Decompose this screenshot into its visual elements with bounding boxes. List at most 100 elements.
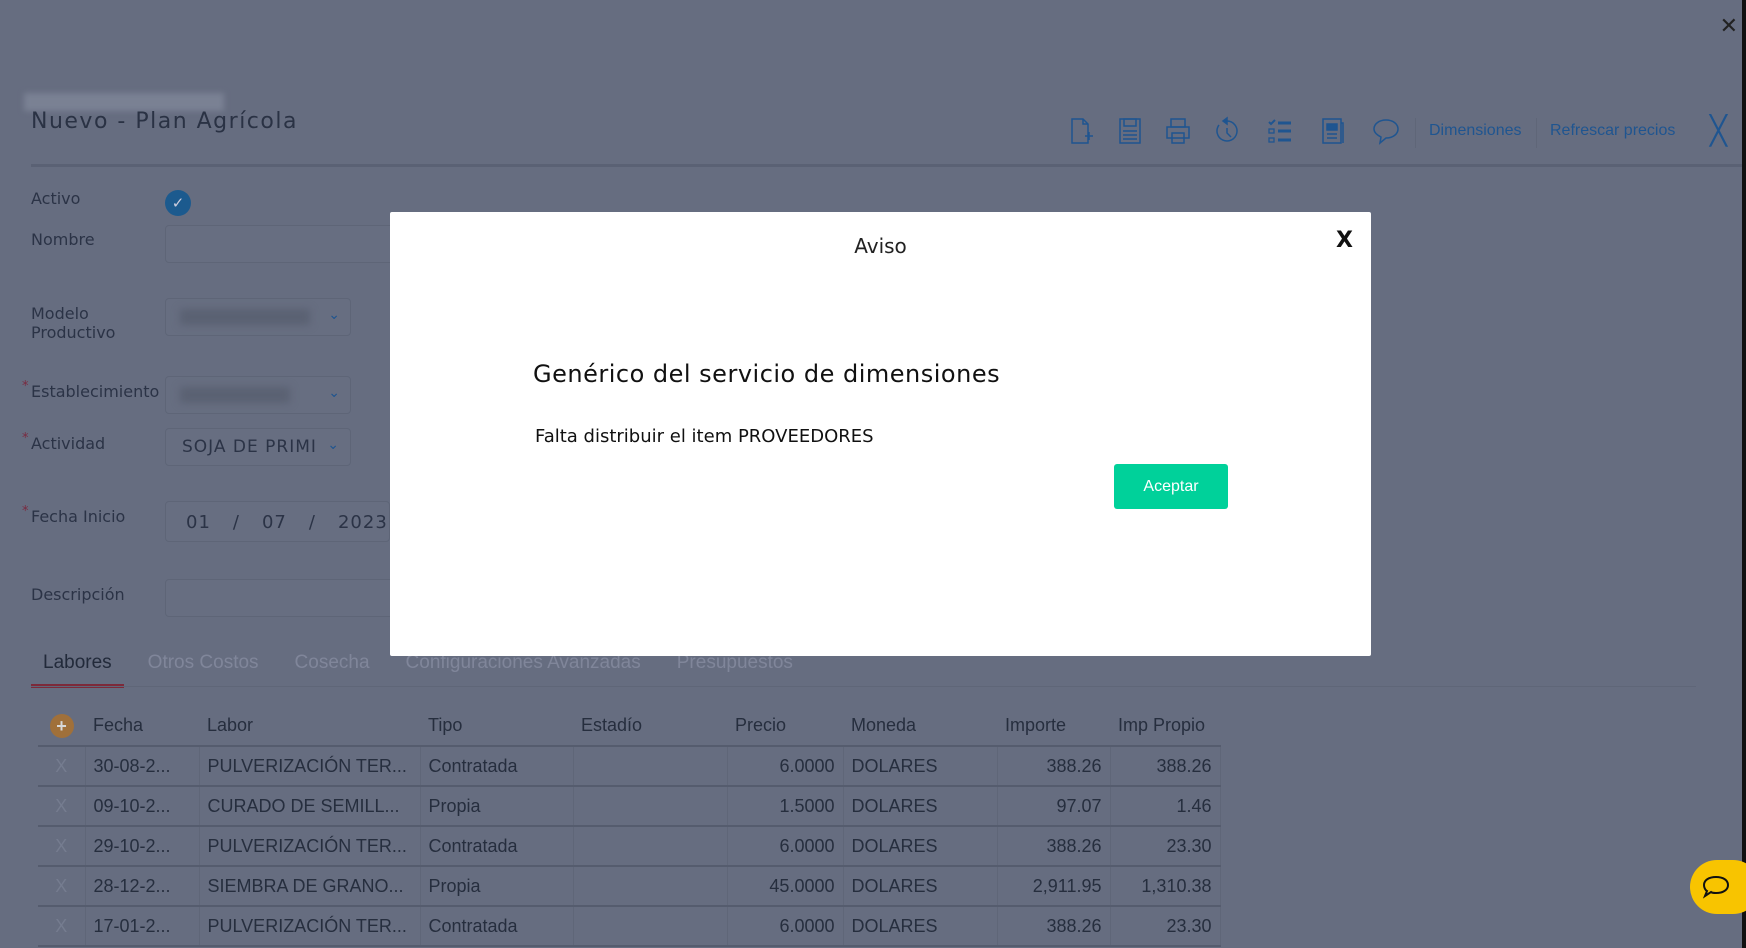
col-labor[interactable]: Labor	[199, 706, 420, 747]
cell-tipo[interactable]: Contratada	[420, 826, 574, 867]
activo-label: Activo	[31, 189, 81, 208]
delete-row-button[interactable]: X	[38, 906, 86, 947]
close-form-icon[interactable]: ╳	[1710, 114, 1727, 147]
table-row[interactable]: X 17-01-2... PULVERIZACIÓN TER... Contratad…	[38, 906, 1221, 947]
delete-row-button[interactable]: X	[38, 866, 86, 907]
dimensiones-link[interactable]: Dimensiones	[1429, 122, 1521, 140]
cell-imp-propio[interactable]: 388.26	[1110, 746, 1221, 787]
table-row[interactable]: X 29-10-2... PULVERIZACIÓN TER... Contratad…	[38, 826, 1221, 867]
refrescar-precios-link[interactable]: Refrescar precios	[1550, 122, 1675, 140]
toolbar-divider	[1536, 118, 1537, 148]
tab-cosecha[interactable]: Cosecha	[295, 648, 382, 688]
delete-row-button[interactable]: X	[38, 746, 86, 787]
tab-divider	[31, 686, 1696, 687]
delete-row-button[interactable]: X	[38, 826, 86, 867]
cell-moneda[interactable]: DOLARES	[843, 906, 998, 947]
cell-labor[interactable]: PULVERIZACIÓN TER...	[199, 906, 421, 947]
fecha-inicio-label: * Fecha Inicio	[22, 504, 126, 526]
cell-tipo[interactable]: Propia	[420, 786, 574, 827]
print-icon[interactable]	[1163, 116, 1193, 146]
cell-tipo[interactable]: Contratada	[420, 906, 574, 947]
window-edge	[1742, 0, 1746, 948]
checklist-icon[interactable]	[1265, 116, 1295, 146]
aviso-modal: Aviso X Genérico del servicio de dimensi…	[390, 212, 1371, 656]
page-close-icon[interactable]: ✕	[1720, 14, 1738, 39]
descripcion-label: Descripción	[31, 585, 125, 604]
blurred-value	[180, 387, 290, 403]
table-row[interactable]: X 28-12-2... SIEMBRA DE GRANO... Propia 45.0…	[38, 866, 1221, 907]
fecha-year[interactable]: 2023	[338, 512, 388, 533]
modal-title: Aviso	[854, 234, 907, 258]
col-importe[interactable]: Importe	[997, 706, 1110, 747]
cell-tipo[interactable]: Contratada	[420, 746, 574, 787]
cell-precio[interactable]: 6.0000	[727, 906, 844, 947]
cell-importe[interactable]: 388.26	[997, 826, 1111, 867]
cell-estadio[interactable]	[573, 826, 728, 867]
modal-message: Falta distribuir el item PROVEEDORES	[535, 426, 874, 447]
cell-tipo[interactable]: Propia	[420, 866, 574, 907]
cell-importe[interactable]: 388.26	[997, 906, 1111, 947]
modal-backdrop[interactable]: Nuevo - Plan Agrícola Dimensiones Refres…	[0, 0, 1746, 948]
cell-labor[interactable]: PULVERIZACIÓN TER...	[199, 746, 421, 787]
cell-imp-propio[interactable]: 1,310.38	[1110, 866, 1221, 907]
col-tipo[interactable]: Tipo	[420, 706, 573, 747]
cell-estadio[interactable]	[573, 786, 728, 827]
cell-moneda[interactable]: DOLARES	[843, 786, 998, 827]
cell-estadio[interactable]	[573, 906, 728, 947]
table-row[interactable]: X 30-08-2... PULVERIZACIÓN TER... Contratad…	[38, 746, 1221, 787]
add-row-button[interactable]: +	[49, 713, 74, 738]
cell-moneda[interactable]: DOLARES	[843, 826, 998, 867]
cell-fecha[interactable]: 09-10-2...	[85, 786, 200, 827]
cell-fecha[interactable]: 30-08-2...	[85, 746, 200, 787]
col-fecha[interactable]: Fecha	[85, 706, 199, 747]
cell-importe[interactable]: 388.26	[997, 746, 1111, 787]
cell-imp-propio[interactable]: 1.46	[1110, 786, 1221, 827]
chat-button[interactable]	[1690, 860, 1746, 914]
cell-labor[interactable]: CURADO DE SEMILL...	[199, 786, 421, 827]
new-document-icon[interactable]	[1066, 116, 1096, 146]
establecimiento-select[interactable]: ⌄	[165, 376, 351, 414]
fecha-month[interactable]: 07	[262, 512, 287, 533]
cell-estadio[interactable]	[573, 866, 728, 907]
cell-precio[interactable]: 6.0000	[727, 746, 844, 787]
col-estadio[interactable]: Estadío	[573, 706, 727, 747]
cell-importe[interactable]: 2,911.95	[997, 866, 1111, 907]
cell-fecha[interactable]: 28-12-2...	[85, 866, 200, 907]
cell-fecha[interactable]: 17-01-2...	[85, 906, 200, 947]
cell-precio[interactable]: 6.0000	[727, 826, 844, 867]
tab-otros-costos[interactable]: Otros Costos	[148, 648, 271, 688]
col-moneda[interactable]: Moneda	[843, 706, 997, 747]
tab-labores[interactable]: Labores	[31, 648, 124, 688]
cell-importe[interactable]: 97.07	[997, 786, 1111, 827]
aceptar-button[interactable]: Aceptar	[1114, 464, 1228, 509]
history-icon[interactable]	[1212, 116, 1242, 146]
cell-imp-propio[interactable]: 23.30	[1110, 826, 1221, 867]
chat-icon	[1702, 875, 1730, 899]
col-precio[interactable]: Precio	[727, 706, 843, 747]
col-imp-propio[interactable]: Imp Propio	[1110, 706, 1220, 747]
fecha-label-text: Fecha Inicio	[31, 507, 126, 526]
table-row[interactable]: X 09-10-2... CURADO DE SEMILL... Propia 1.50…	[38, 786, 1221, 827]
delete-row-button[interactable]: X	[38, 786, 86, 827]
cell-precio[interactable]: 45.0000	[727, 866, 844, 907]
fecha-inicio-input[interactable]: 01 / 07 / 2023	[165, 501, 390, 542]
actividad-select[interactable]: SOJA DE PRIMI ⌄	[165, 428, 351, 466]
cell-labor[interactable]: SIEMBRA DE GRANO...	[199, 866, 421, 907]
modelo-productivo-select[interactable]: ⌄	[165, 298, 351, 336]
activo-checkbox[interactable]: ✓	[165, 190, 191, 216]
cell-fecha[interactable]: 29-10-2...	[85, 826, 200, 867]
cell-estadio[interactable]	[573, 746, 728, 787]
toolbar-divider	[1415, 118, 1416, 148]
modelo-label-line1: Modelo	[31, 304, 89, 323]
save-icon[interactable]	[1115, 116, 1145, 146]
cell-imp-propio[interactable]: 23.30	[1110, 906, 1221, 947]
cell-moneda[interactable]: DOLARES	[843, 746, 998, 787]
cell-labor[interactable]: PULVERIZACIÓN TER...	[199, 826, 421, 867]
cell-precio[interactable]: 1.5000	[727, 786, 844, 827]
report-icon[interactable]	[1318, 116, 1348, 146]
comment-icon[interactable]	[1371, 116, 1401, 146]
modal-close-icon[interactable]: X	[1336, 228, 1353, 253]
fecha-day[interactable]: 01	[186, 512, 211, 533]
cell-moneda[interactable]: DOLARES	[843, 866, 998, 907]
required-mark: *	[22, 504, 29, 519]
